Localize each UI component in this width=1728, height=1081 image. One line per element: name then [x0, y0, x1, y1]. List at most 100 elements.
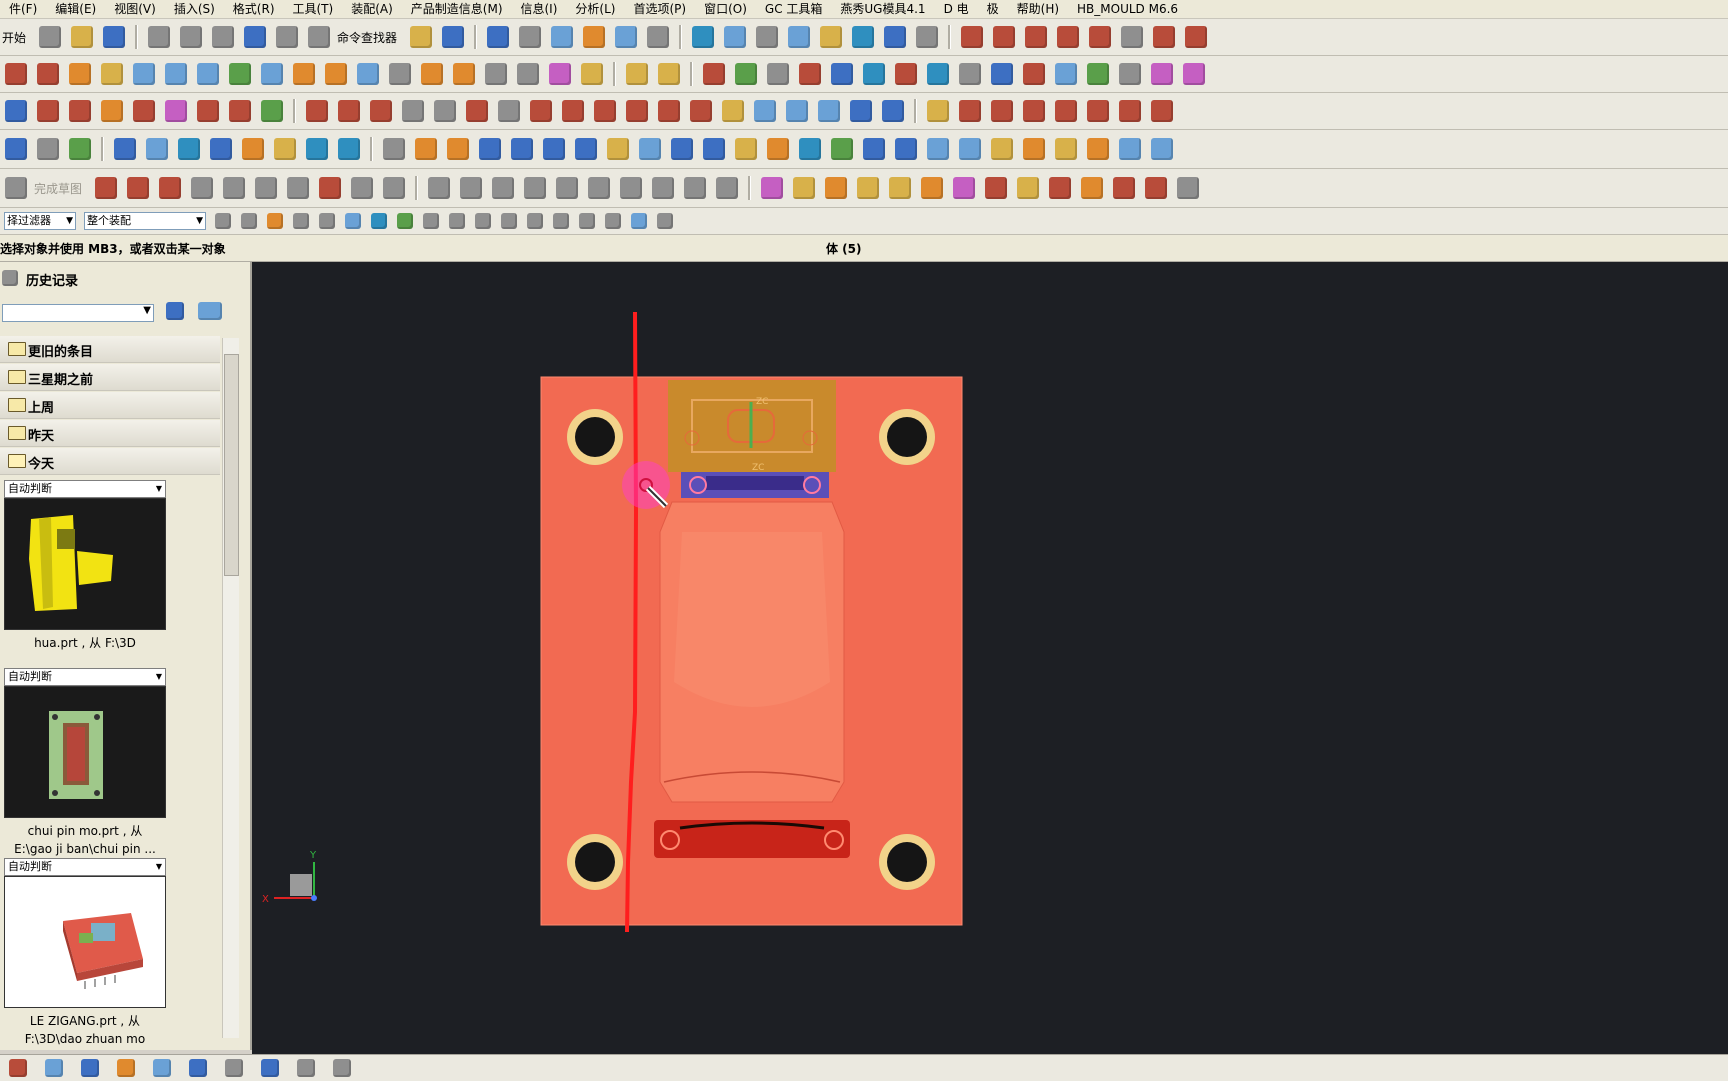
offset-icon[interactable] [466, 100, 488, 122]
finish-sketch-button[interactable]: 完成草图 [34, 180, 82, 197]
control-point-icon[interactable] [475, 213, 491, 229]
face-blend-icon[interactable] [453, 63, 475, 85]
relax-icon[interactable] [652, 177, 675, 199]
groove-icon[interactable] [479, 138, 501, 160]
scrollbar-thumb[interactable] [224, 354, 239, 576]
grid-icon[interactable] [927, 63, 949, 85]
edge-blend-icon[interactable] [767, 138, 789, 160]
pad-icon[interactable] [415, 138, 437, 160]
trim-curve-icon[interactable] [961, 26, 984, 48]
block-icon[interactable] [146, 138, 168, 160]
roles-icon[interactable] [297, 1059, 315, 1077]
project-curve-icon[interactable] [530, 100, 552, 122]
globe-icon[interactable] [1087, 63, 1109, 85]
sketch-line-icon[interactable] [127, 177, 150, 199]
graphics-window[interactable]: ZC ZC Y X [252, 262, 1728, 1054]
law-extension-icon[interactable] [357, 63, 379, 85]
history-item[interactable]: 自动判断 chui pin mo.prt , 从 E:\gao ji ban\c… [4, 668, 166, 858]
history-tab-icon[interactable] [225, 1059, 243, 1077]
view-section-icon[interactable] [615, 26, 638, 48]
line-tool-icon[interactable] [133, 100, 155, 122]
helix-icon[interactable] [229, 100, 251, 122]
section-curve-icon[interactable] [754, 100, 776, 122]
filter-icon[interactable] [215, 213, 231, 229]
profile-icon[interactable] [95, 177, 118, 199]
snap-grid-icon[interactable] [1151, 63, 1173, 85]
gear-feature-icon[interactable] [178, 138, 200, 160]
history-group-three-weeks[interactable]: 三星期之前 [0, 364, 220, 391]
composite-curve-icon[interactable] [850, 100, 872, 122]
close-x-icon[interactable] [1177, 177, 1200, 199]
add-select-icon[interactable] [267, 213, 283, 229]
snap-icon[interactable] [241, 213, 257, 229]
emboss-icon[interactable] [991, 138, 1013, 160]
studio-spline-icon[interactable] [319, 177, 342, 199]
history-item-dropdown[interactable]: 自动判断 [4, 668, 166, 686]
cylinder-icon[interactable] [671, 138, 693, 160]
auto-constrain-icon[interactable] [556, 177, 579, 199]
save-icon[interactable] [103, 26, 126, 48]
menu-gc-toolkit[interactable]: GC 工具箱 [756, 0, 832, 18]
box-select-icon[interactable] [319, 213, 335, 229]
layout-icon[interactable] [647, 26, 670, 48]
history-item[interactable]: 自动判断 LE ZIGANG.prt , 从 F:\3D\dao zhuan m… [4, 858, 166, 1048]
text-tool-icon[interactable] [498, 100, 520, 122]
join-curve-icon[interactable] [626, 100, 648, 122]
measure-icon[interactable] [788, 26, 811, 48]
mirror-assembly-icon[interactable] [889, 177, 912, 199]
move-component-icon[interactable] [857, 177, 880, 199]
history-item[interactable]: 自动判断 hua.prt , 从 F:\3D [4, 480, 166, 652]
studio-surface-icon[interactable] [133, 63, 155, 85]
selection-icon[interactable] [442, 26, 465, 48]
menu-insert[interactable]: 插入(S) [165, 0, 224, 18]
subtract-icon[interactable] [543, 138, 565, 160]
ruled-surface-icon[interactable] [165, 63, 187, 85]
orient-view-icon[interactable] [551, 26, 574, 48]
polygon-icon[interactable] [434, 100, 456, 122]
command-finder-button[interactable]: 命令查找器 [337, 29, 397, 46]
corner-icon[interactable] [1089, 26, 1112, 48]
start-menu[interactable]: 开始 [2, 29, 26, 46]
coordinate-icon[interactable] [69, 138, 91, 160]
intersection-icon[interactable] [501, 213, 517, 229]
arrangements-icon[interactable] [921, 177, 944, 199]
quadrant-icon[interactable] [553, 213, 569, 229]
make-corner-sketch-icon[interactable] [492, 177, 515, 199]
arc-center-icon[interactable] [527, 213, 543, 229]
offset-surface-icon[interactable] [261, 63, 283, 85]
quick-extend-icon[interactable] [991, 100, 1013, 122]
menu-window[interactable]: 窗口(O) [695, 0, 756, 18]
part-thumbnail[interactable] [4, 876, 166, 1008]
surface-icon[interactable] [5, 63, 27, 85]
isoparametric-icon[interactable] [594, 100, 616, 122]
point-on-curve-icon[interactable] [605, 213, 621, 229]
wrap-icon[interactable] [1151, 138, 1173, 160]
existing-point-icon[interactable] [579, 213, 595, 229]
point-icon[interactable] [37, 100, 59, 122]
replace-face-icon[interactable] [895, 138, 917, 160]
fillet-icon[interactable] [1055, 100, 1077, 122]
part-thumbnail[interactable] [4, 498, 166, 630]
bridge-curve-icon[interactable] [658, 100, 680, 122]
curve-tool-icon[interactable] [1185, 26, 1208, 48]
copy-icon[interactable] [180, 26, 203, 48]
redo-icon[interactable] [276, 26, 299, 48]
cube-view-icon[interactable] [831, 63, 853, 85]
trim-body-icon[interactable] [607, 138, 629, 160]
menu-electrode[interactable]: D 电 [935, 0, 978, 18]
system-materials-icon[interactable] [261, 1059, 279, 1077]
rib-icon[interactable] [1023, 138, 1045, 160]
ruler-icon[interactable] [916, 26, 939, 48]
extend-curve-icon[interactable] [993, 26, 1016, 48]
sew-icon[interactable] [517, 63, 539, 85]
mirror-curve-icon[interactable] [882, 100, 904, 122]
chain-icon[interactable] [927, 100, 949, 122]
history-group-older[interactable]: 更旧的条目 [0, 336, 220, 363]
back-arrow-icon[interactable] [166, 302, 184, 320]
shell-icon[interactable] [703, 138, 725, 160]
menu-help[interactable]: 帮助(H) [1008, 0, 1068, 18]
menu-information[interactable]: 信息(I) [512, 0, 567, 18]
table-icon[interactable] [863, 63, 885, 85]
faces-icon[interactable] [345, 213, 361, 229]
color-icon[interactable] [735, 63, 757, 85]
